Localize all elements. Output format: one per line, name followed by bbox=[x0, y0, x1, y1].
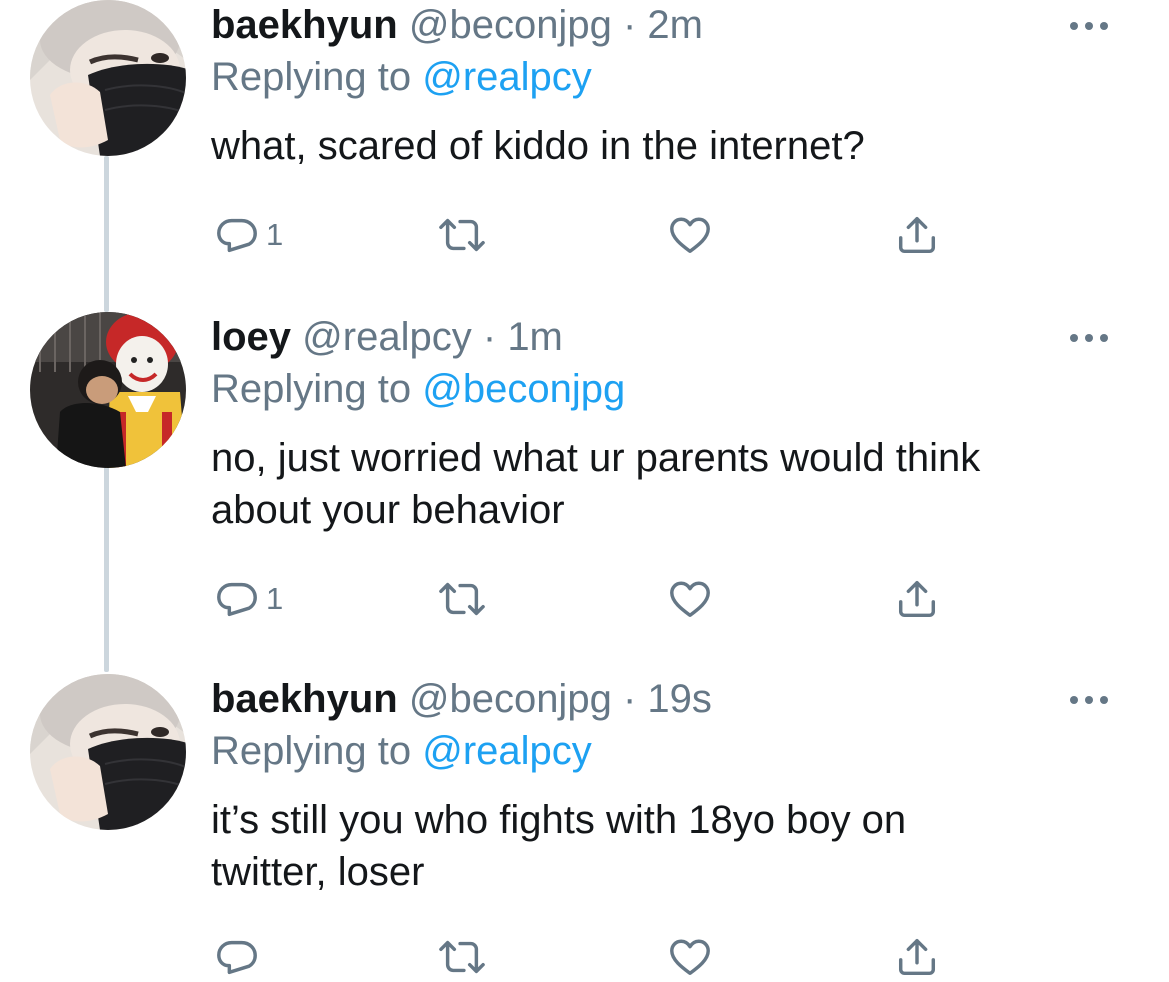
reply-button[interactable]: 1 bbox=[214, 574, 283, 624]
avatar-photo bbox=[30, 312, 186, 468]
timestamp[interactable]: 2m bbox=[647, 3, 703, 47]
replying-to-handle-link[interactable]: @realpcy bbox=[422, 55, 592, 99]
replying-to-label: Replying to bbox=[211, 367, 412, 411]
like-icon bbox=[670, 939, 710, 976]
tweet[interactable]: loey @realpcy · 1m Replying to @beconjpg… bbox=[0, 312, 1169, 662]
separator-dot: · bbox=[622, 677, 637, 721]
reply-icon bbox=[217, 218, 257, 253]
share-button[interactable] bbox=[894, 574, 940, 624]
tweet-text: it’s still you who fights with 18yo boy … bbox=[211, 794, 1111, 898]
tweet-actions: 1 bbox=[211, 574, 951, 624]
like-button[interactable] bbox=[666, 574, 714, 624]
tweet-text-line: twitter, loser bbox=[211, 850, 425, 894]
reply-count: 1 bbox=[266, 217, 284, 252]
like-button[interactable] bbox=[666, 210, 714, 260]
tweet-text-line: about your behavior bbox=[211, 488, 565, 532]
tweet-text-line: what, scared of kiddo in the internet? bbox=[211, 124, 865, 168]
share-button[interactable] bbox=[894, 932, 940, 982]
tweet-text-line: no, just worried what ur parents would t… bbox=[211, 436, 981, 480]
display-name[interactable]: baekhyun bbox=[211, 3, 398, 47]
tweet-actions: 1 bbox=[211, 210, 951, 260]
reply-button[interactable] bbox=[214, 932, 266, 982]
tweet-text-line: it’s still you who fights with 18yo boy … bbox=[211, 798, 907, 842]
retweet-button[interactable] bbox=[437, 210, 487, 260]
tweet-header: baekhyun @beconjpg · 2m bbox=[211, 0, 703, 50]
retweet-icon bbox=[439, 582, 485, 616]
reply-button[interactable]: 1 bbox=[214, 210, 283, 260]
more-options-button[interactable] bbox=[1067, 688, 1111, 712]
timestamp[interactable]: 19s bbox=[647, 677, 712, 721]
retweet-button[interactable] bbox=[437, 932, 487, 982]
replying-to: Replying to @realpcy bbox=[211, 726, 592, 776]
share-icon bbox=[898, 216, 936, 254]
tweet-header: baekhyun @beconjpg · 19s bbox=[211, 674, 712, 724]
tweet-text: no, just worried what ur parents would t… bbox=[211, 432, 1111, 536]
more-options-button[interactable] bbox=[1067, 326, 1111, 350]
retweet-button[interactable] bbox=[437, 574, 487, 624]
separator-dot: · bbox=[482, 315, 497, 359]
replying-to-handle-link[interactable]: @beconjpg bbox=[422, 367, 625, 411]
display-name[interactable]: loey bbox=[211, 315, 291, 359]
retweet-icon bbox=[439, 940, 485, 974]
tweet-actions bbox=[211, 932, 951, 982]
share-button[interactable] bbox=[894, 210, 940, 260]
user-handle[interactable]: @beconjpg bbox=[409, 677, 612, 721]
retweet-icon bbox=[439, 218, 485, 252]
tweet-text: what, scared of kiddo in the internet? bbox=[211, 120, 1111, 172]
reply-icon bbox=[217, 940, 257, 975]
replying-to-label: Replying to bbox=[211, 729, 412, 773]
user-handle[interactable]: @realpcy bbox=[302, 315, 472, 359]
avatar-photo bbox=[30, 674, 186, 830]
display-name[interactable]: baekhyun bbox=[211, 677, 398, 721]
avatar-photo bbox=[30, 0, 186, 156]
separator-dot: · bbox=[622, 3, 637, 47]
replying-to-label: Replying to bbox=[211, 55, 412, 99]
avatar[interactable] bbox=[30, 674, 186, 830]
timestamp[interactable]: 1m bbox=[507, 315, 563, 359]
replying-to-handle-link[interactable]: @realpcy bbox=[422, 729, 592, 773]
more-icon bbox=[1070, 22, 1108, 30]
tweet[interactable]: baekhyun @beconjpg · 19s Replying to @re… bbox=[0, 674, 1169, 980]
avatar[interactable] bbox=[30, 0, 186, 156]
reply-count: 1 bbox=[266, 581, 284, 616]
share-icon bbox=[898, 938, 936, 976]
more-icon bbox=[1070, 334, 1108, 342]
tweet[interactable]: baekhyun @beconjpg · 2m Replying to @rea… bbox=[0, 0, 1169, 300]
user-handle[interactable]: @beconjpg bbox=[409, 3, 612, 47]
like-icon bbox=[670, 217, 710, 254]
replying-to: Replying to @beconjpg bbox=[211, 364, 625, 414]
reply-icon bbox=[217, 582, 257, 617]
more-icon bbox=[1070, 696, 1108, 704]
avatar[interactable] bbox=[30, 312, 186, 468]
like-button[interactable] bbox=[666, 932, 714, 982]
replying-to: Replying to @realpcy bbox=[211, 52, 592, 102]
like-icon bbox=[670, 581, 710, 618]
more-options-button[interactable] bbox=[1067, 14, 1111, 38]
share-icon bbox=[898, 580, 936, 618]
tweet-header: loey @realpcy · 1m bbox=[211, 312, 563, 362]
